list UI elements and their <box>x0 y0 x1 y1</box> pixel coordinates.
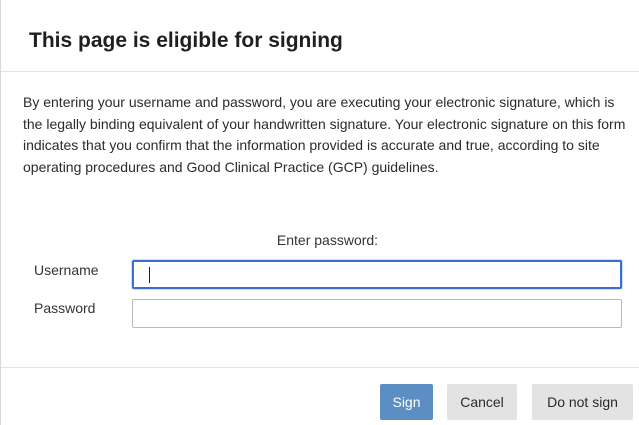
password-input[interactable] <box>132 299 622 328</box>
sign-button[interactable]: Sign <box>380 384 433 420</box>
dialog-body: By entering your username and password, … <box>1 72 639 367</box>
password-label: Password <box>34 300 96 316</box>
dialog-header: This page is eligible for signing <box>1 0 639 72</box>
dialog-title: This page is eligible for signing <box>29 29 343 52</box>
password-prompt: Enter password: <box>276 232 379 248</box>
text-caret <box>149 267 150 283</box>
username-label: Username <box>34 262 99 278</box>
cancel-button[interactable]: Cancel <box>447 384 517 420</box>
signature-notice: By entering your username and password, … <box>23 94 626 175</box>
signing-dialog: This page is eligible for signing By ent… <box>0 0 639 425</box>
dialog-footer: Sign Cancel Do not sign <box>1 367 639 425</box>
do-not-sign-button[interactable]: Do not sign <box>532 384 633 420</box>
username-input[interactable] <box>132 260 622 289</box>
